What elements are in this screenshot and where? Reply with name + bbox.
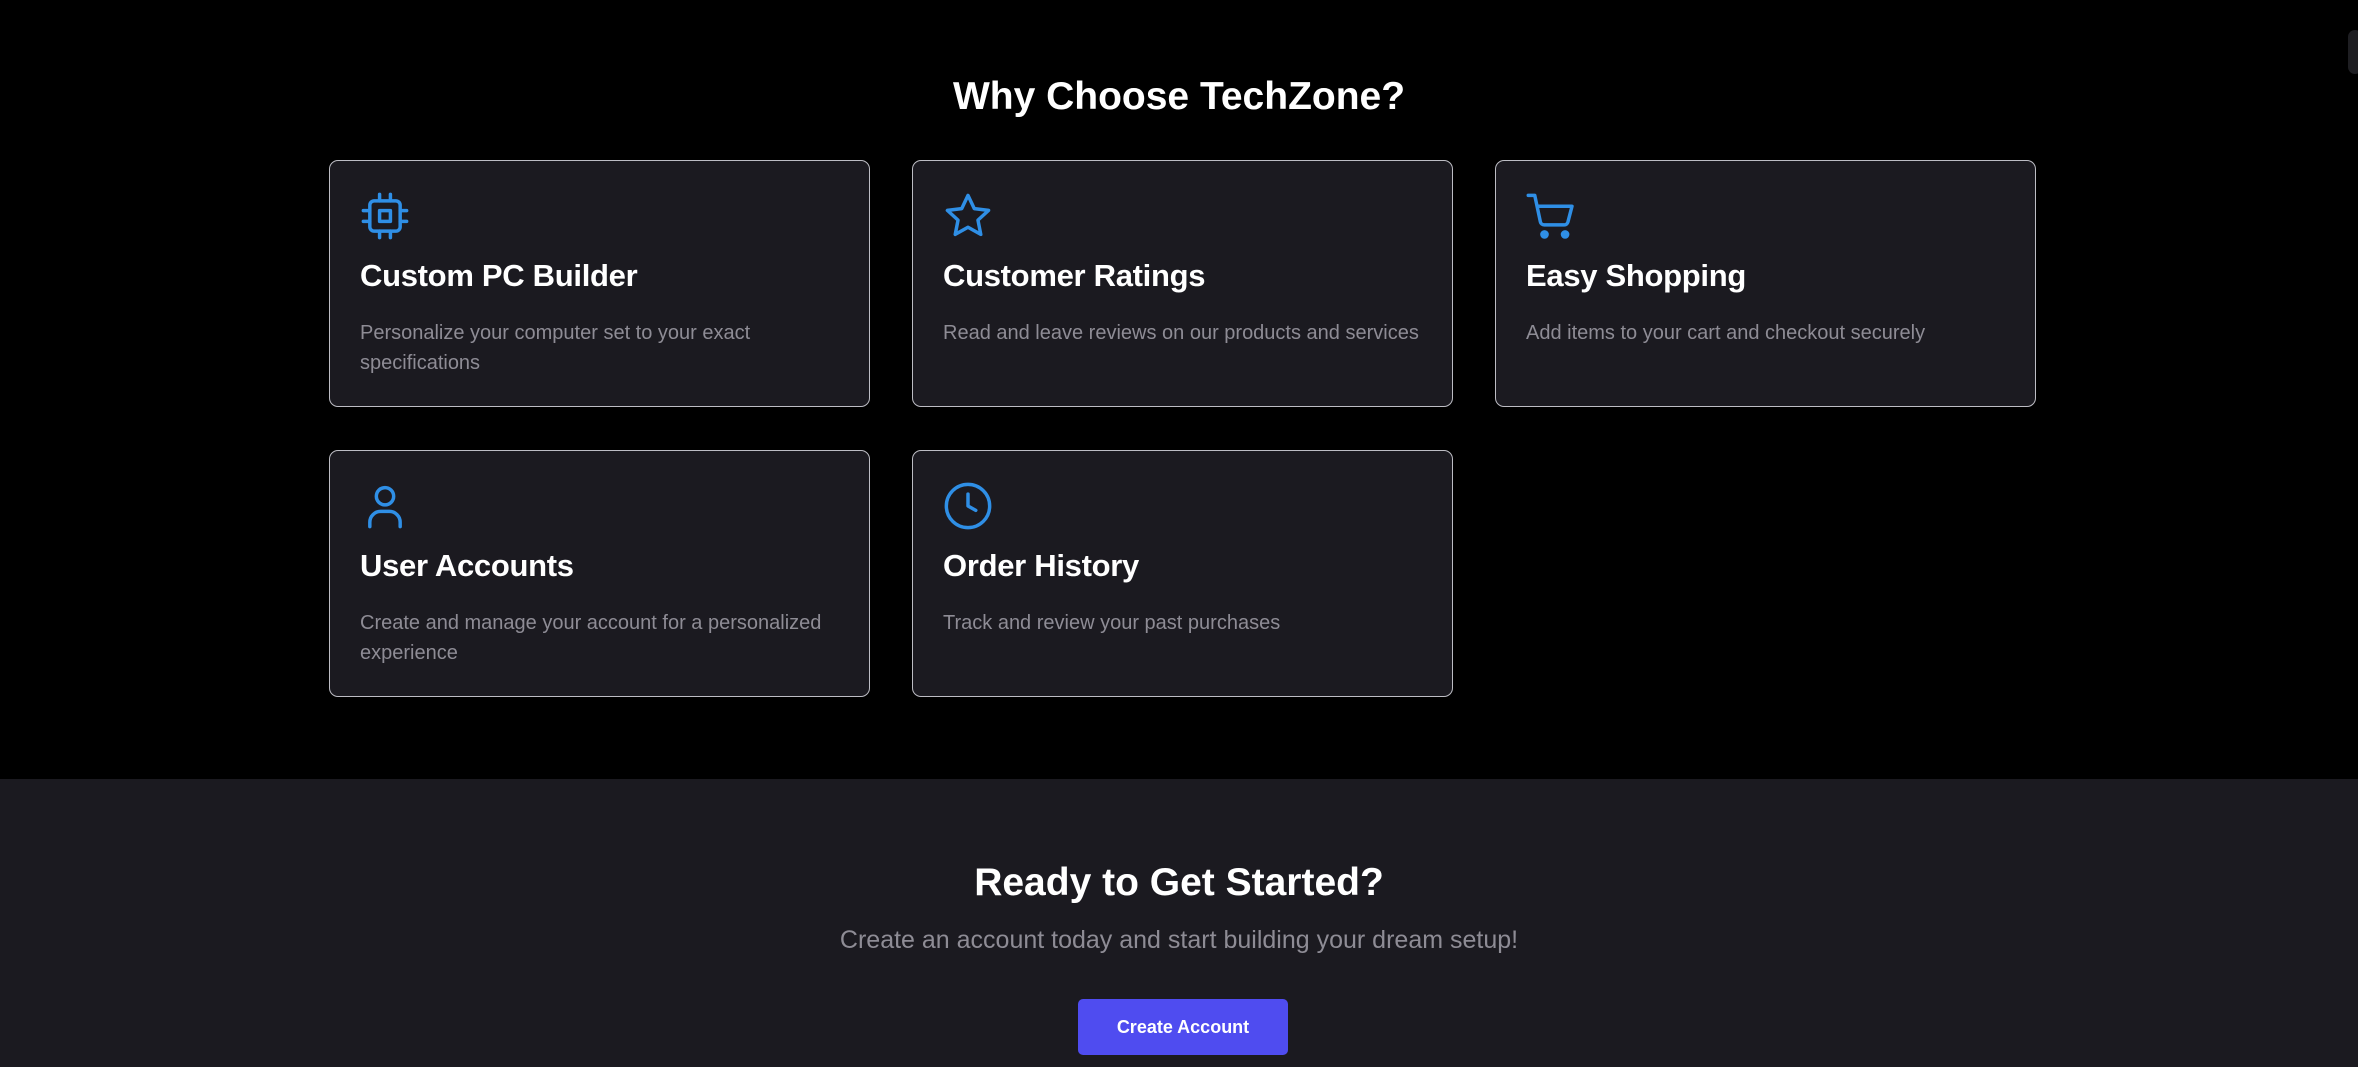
scrollbar-thumb[interactable] [2348,30,2358,74]
feature-card-title: User Accounts [360,548,574,583]
feature-card-description: Personalize your computer set to your ex… [360,322,751,374]
feature-card-description: Create and manage your account for a per… [360,612,822,664]
shopping-cart-icon [1525,190,1577,242]
feature-card-title: Order History [943,548,1139,583]
feature-card-easy-shopping: Easy Shopping Add items to your cart and… [1495,160,2036,407]
user-icon [359,480,411,532]
feature-card-title: Custom PC Builder [360,258,638,293]
feature-card-title: Customer Ratings [943,258,1206,293]
create-account-button[interactable]: Create Account [1078,999,1288,1055]
feature-card-description: Read and leave reviews on our products a… [943,322,1419,344]
cta-title: Ready to Get Started? [974,861,1384,904]
feature-card-description: Track and review your past purchases [943,612,1281,634]
cpu-icon [359,190,411,242]
cta-subtitle: Create an account today and start buildi… [839,926,1519,954]
feature-card-user-accounts: User Accounts Create and manage your acc… [329,450,870,697]
features-section: Why Choose TechZone? Custom PC Builder P… [0,0,2358,779]
feature-card-order-history: Order History Track and review your past… [912,450,1453,697]
features-title: Why Choose TechZone? [952,75,1406,118]
feature-card-title: Easy Shopping [1526,258,1747,293]
clock-icon [942,480,994,532]
feature-card-custom-pc-builder: Custom PC Builder Personalize your compu… [329,160,870,407]
feature-card-customer-ratings: Customer Ratings Read and leave reviews … [912,160,1453,407]
star-icon [942,190,994,242]
cta-section: Ready to Get Started? Create an account … [0,779,2358,1067]
feature-card-description: Add items to your cart and checkout secu… [1526,322,1926,344]
